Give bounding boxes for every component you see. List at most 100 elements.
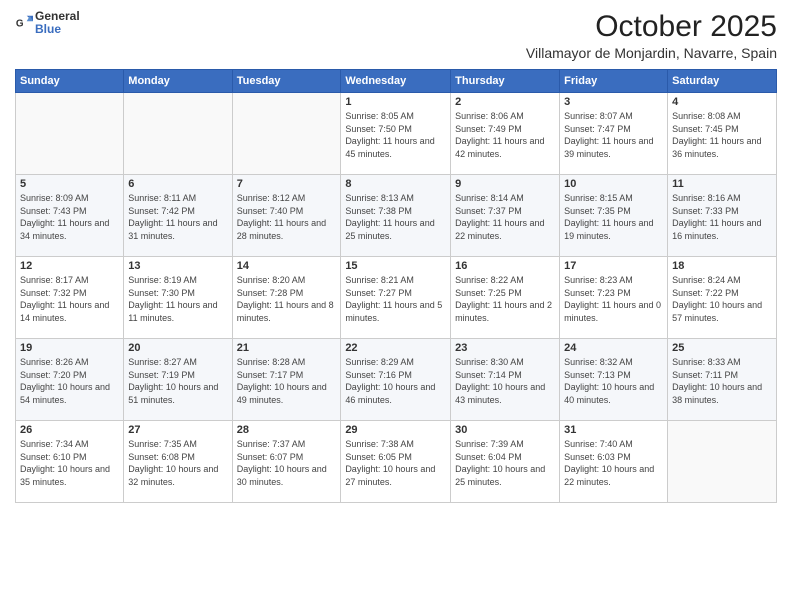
day-number: 19: [20, 342, 119, 354]
day-info: Sunrise: 8:27 AM Sunset: 7:19 PM Dayligh…: [128, 356, 227, 406]
day-number: 17: [564, 260, 663, 272]
calendar-cell: 19 Sunrise: 8:26 AM Sunset: 7:20 PM Dayl…: [16, 339, 124, 421]
sunset: Sunset: 7:50 PM: [345, 124, 412, 134]
daylight: Daylight: 11 hours and 11 minutes.: [128, 300, 217, 323]
calendar-cell: 12 Sunrise: 8:17 AM Sunset: 7:32 PM Dayl…: [16, 257, 124, 339]
logo-text: General Blue: [35, 10, 80, 36]
daylight: Daylight: 11 hours and 28 minutes.: [237, 218, 326, 241]
day-info: Sunrise: 8:15 AM Sunset: 7:35 PM Dayligh…: [564, 192, 663, 242]
day-number: 30: [455, 424, 555, 436]
day-info: Sunrise: 8:07 AM Sunset: 7:47 PM Dayligh…: [564, 110, 663, 160]
logo-general: General: [35, 9, 80, 23]
day-info: Sunrise: 8:08 AM Sunset: 7:45 PM Dayligh…: [672, 110, 772, 160]
sunrise: Sunrise: 8:11 AM: [128, 193, 196, 203]
sunset: Sunset: 7:30 PM: [128, 288, 195, 298]
day-info: Sunrise: 8:28 AM Sunset: 7:17 PM Dayligh…: [237, 356, 337, 406]
day-number: 18: [672, 260, 772, 272]
sunset: Sunset: 7:42 PM: [128, 206, 195, 216]
day-number: 21: [237, 342, 337, 354]
daylight: Daylight: 11 hours and 14 minutes.: [20, 300, 109, 323]
sunrise: Sunrise: 7:37 AM: [237, 439, 306, 449]
sunrise: Sunrise: 8:17 AM: [20, 275, 89, 285]
sunset: Sunset: 6:04 PM: [455, 452, 522, 462]
sunrise: Sunrise: 8:29 AM: [345, 357, 414, 367]
sunrise: Sunrise: 8:13 AM: [345, 193, 414, 203]
daylight: Daylight: 10 hours and 49 minutes.: [237, 382, 327, 405]
daylight: Daylight: 11 hours and 31 minutes.: [128, 218, 217, 241]
sunset: Sunset: 7:20 PM: [20, 370, 87, 380]
sunset: Sunset: 7:49 PM: [455, 124, 522, 134]
calendar-week-1: 1 Sunrise: 8:05 AM Sunset: 7:50 PM Dayli…: [16, 93, 777, 175]
calendar-cell: 29 Sunrise: 7:38 AM Sunset: 6:05 PM Dayl…: [341, 421, 451, 503]
day-info: Sunrise: 8:30 AM Sunset: 7:14 PM Dayligh…: [455, 356, 555, 406]
daylight: Daylight: 10 hours and 54 minutes.: [20, 382, 110, 405]
day-number: 23: [455, 342, 555, 354]
sunset: Sunset: 6:10 PM: [20, 452, 87, 462]
sunset: Sunset: 7:17 PM: [237, 370, 304, 380]
sunrise: Sunrise: 8:32 AM: [564, 357, 633, 367]
day-number: 13: [128, 260, 227, 272]
header-wednesday: Wednesday: [341, 70, 451, 93]
calendar-cell: 4 Sunrise: 8:08 AM Sunset: 7:45 PM Dayli…: [668, 93, 777, 175]
calendar-cell: 22 Sunrise: 8:29 AM Sunset: 7:16 PM Dayl…: [341, 339, 451, 421]
calendar-cell: 2 Sunrise: 8:06 AM Sunset: 7:49 PM Dayli…: [451, 93, 560, 175]
location-title: Villamayor de Monjardin, Navarre, Spain: [526, 45, 777, 61]
calendar-week-2: 5 Sunrise: 8:09 AM Sunset: 7:43 PM Dayli…: [16, 175, 777, 257]
header-tuesday: Tuesday: [232, 70, 341, 93]
sunset: Sunset: 7:40 PM: [237, 206, 304, 216]
sunrise: Sunrise: 8:15 AM: [564, 193, 633, 203]
calendar-cell: [124, 93, 232, 175]
calendar-cell: 21 Sunrise: 8:28 AM Sunset: 7:17 PM Dayl…: [232, 339, 341, 421]
calendar-cell: 1 Sunrise: 8:05 AM Sunset: 7:50 PM Dayli…: [341, 93, 451, 175]
day-number: 31: [564, 424, 663, 436]
day-info: Sunrise: 7:40 AM Sunset: 6:03 PM Dayligh…: [564, 438, 663, 488]
day-number: 20: [128, 342, 227, 354]
header-sunday: Sunday: [16, 70, 124, 93]
calendar-cell: 31 Sunrise: 7:40 AM Sunset: 6:03 PM Dayl…: [560, 421, 668, 503]
day-number: 6: [128, 178, 227, 190]
sunset: Sunset: 7:13 PM: [564, 370, 631, 380]
sunrise: Sunrise: 7:38 AM: [345, 439, 414, 449]
calendar-cell: 9 Sunrise: 8:14 AM Sunset: 7:37 PM Dayli…: [451, 175, 560, 257]
daylight: Daylight: 11 hours and 5 minutes.: [345, 300, 442, 323]
sunset: Sunset: 7:33 PM: [672, 206, 739, 216]
title-section: October 2025 Villamayor de Monjardin, Na…: [526, 10, 777, 61]
day-info: Sunrise: 7:34 AM Sunset: 6:10 PM Dayligh…: [20, 438, 119, 488]
calendar-cell: 24 Sunrise: 8:32 AM Sunset: 7:13 PM Dayl…: [560, 339, 668, 421]
day-info: Sunrise: 8:33 AM Sunset: 7:11 PM Dayligh…: [672, 356, 772, 406]
calendar-cell: 23 Sunrise: 8:30 AM Sunset: 7:14 PM Dayl…: [451, 339, 560, 421]
daylight: Daylight: 10 hours and 57 minutes.: [672, 300, 762, 323]
day-number: 11: [672, 178, 772, 190]
daylight: Daylight: 11 hours and 36 minutes.: [672, 136, 761, 159]
sunrise: Sunrise: 8:09 AM: [20, 193, 89, 203]
sunrise: Sunrise: 8:05 AM: [345, 111, 414, 121]
day-info: Sunrise: 7:39 AM Sunset: 6:04 PM Dayligh…: [455, 438, 555, 488]
calendar-week-3: 12 Sunrise: 8:17 AM Sunset: 7:32 PM Dayl…: [16, 257, 777, 339]
calendar-cell: 20 Sunrise: 8:27 AM Sunset: 7:19 PM Dayl…: [124, 339, 232, 421]
day-info: Sunrise: 8:06 AM Sunset: 7:49 PM Dayligh…: [455, 110, 555, 160]
sunrise: Sunrise: 8:28 AM: [237, 357, 306, 367]
daylight: Daylight: 11 hours and 8 minutes.: [237, 300, 334, 323]
day-info: Sunrise: 8:05 AM Sunset: 7:50 PM Dayligh…: [345, 110, 446, 160]
sunset: Sunset: 7:23 PM: [564, 288, 631, 298]
calendar-cell: 25 Sunrise: 8:33 AM Sunset: 7:11 PM Dayl…: [668, 339, 777, 421]
sunset: Sunset: 7:22 PM: [672, 288, 739, 298]
sunrise: Sunrise: 7:35 AM: [128, 439, 197, 449]
logo-blue: Blue: [35, 22, 61, 36]
sunset: Sunset: 7:38 PM: [345, 206, 412, 216]
daylight: Daylight: 10 hours and 30 minutes.: [237, 464, 327, 487]
day-number: 5: [20, 178, 119, 190]
sunset: Sunset: 7:28 PM: [237, 288, 304, 298]
header-friday: Friday: [560, 70, 668, 93]
daylight: Daylight: 11 hours and 45 minutes.: [345, 136, 434, 159]
daylight: Daylight: 10 hours and 43 minutes.: [455, 382, 545, 405]
daylight: Daylight: 10 hours and 51 minutes.: [128, 382, 218, 405]
daylight: Daylight: 11 hours and 2 minutes.: [455, 300, 552, 323]
day-number: 12: [20, 260, 119, 272]
daylight: Daylight: 10 hours and 35 minutes.: [20, 464, 110, 487]
day-info: Sunrise: 8:16 AM Sunset: 7:33 PM Dayligh…: [672, 192, 772, 242]
sunrise: Sunrise: 8:12 AM: [237, 193, 306, 203]
sunrise: Sunrise: 8:16 AM: [672, 193, 741, 203]
daylight: Daylight: 11 hours and 0 minutes.: [564, 300, 661, 323]
day-info: Sunrise: 8:32 AM Sunset: 7:13 PM Dayligh…: [564, 356, 663, 406]
